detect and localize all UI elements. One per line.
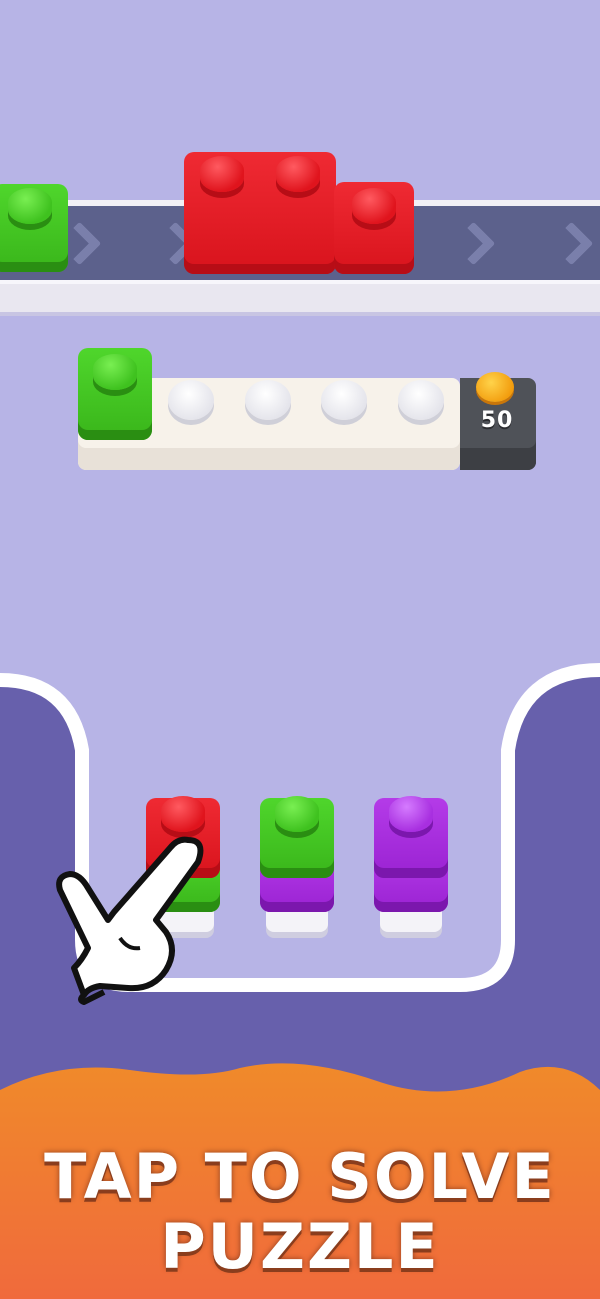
empty-slot	[321, 380, 367, 420]
pointing-hand-icon	[56, 836, 204, 1005]
empty-slot	[398, 380, 444, 420]
coin-icon	[476, 372, 514, 402]
conveyor-brick-green[interactable]	[0, 184, 68, 272]
reward-value: 50	[480, 408, 514, 433]
conveyor-brick-red[interactable]	[184, 148, 414, 274]
tray-brick-green	[78, 348, 152, 440]
banner-title-line2: PUZZLE	[160, 1210, 440, 1283]
conveyor-rail	[0, 280, 600, 312]
stack-purple[interactable]	[366, 792, 458, 942]
empty-slot	[245, 380, 291, 420]
empty-slot	[168, 380, 214, 420]
banner-title-line1: TAP TO SOLVE	[44, 1140, 556, 1213]
stack-green-purple[interactable]	[252, 792, 344, 942]
